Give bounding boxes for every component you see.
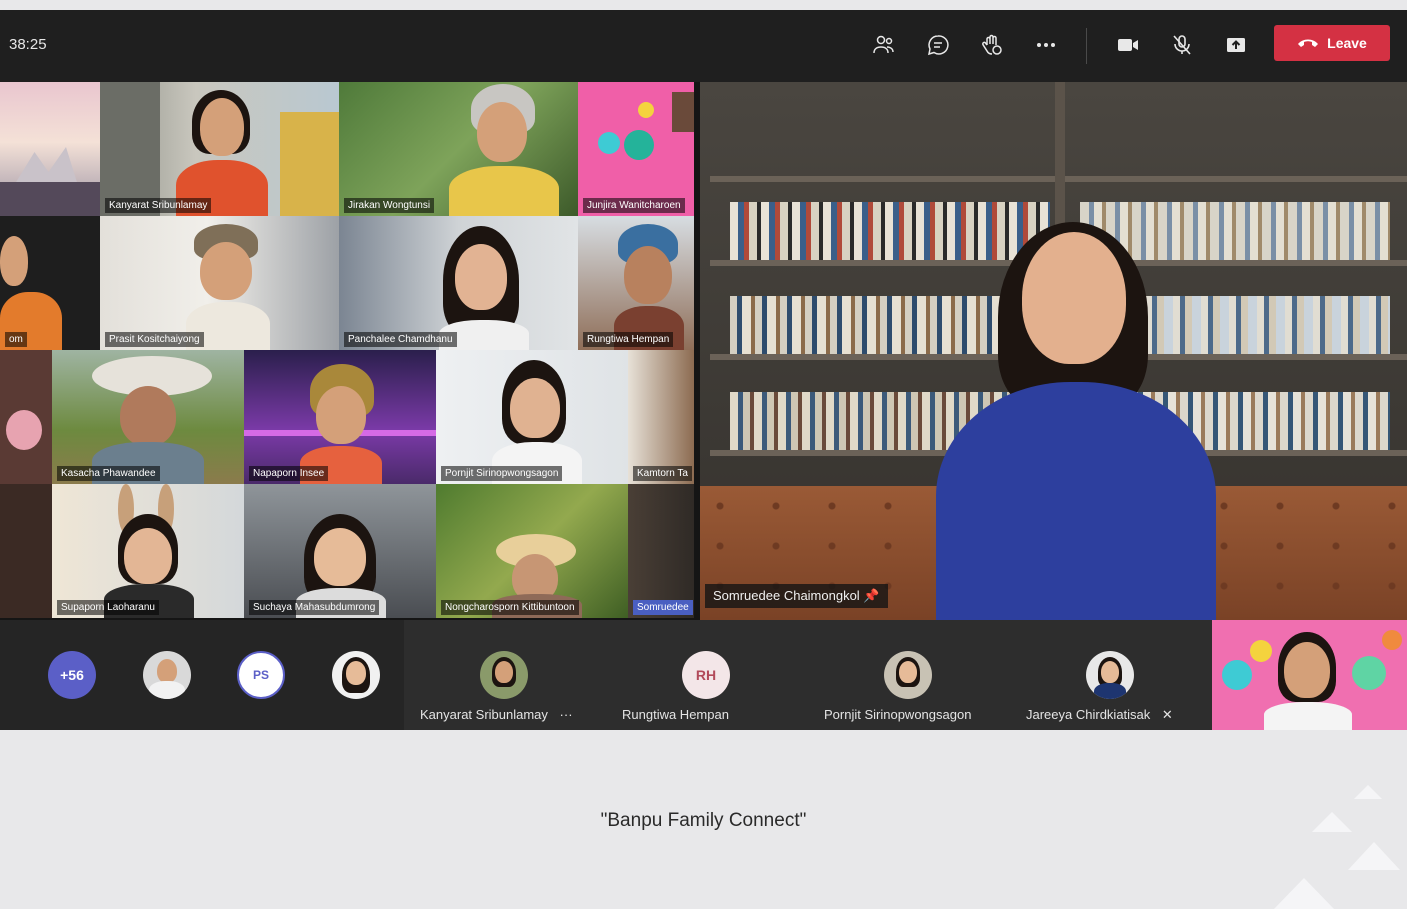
participant-name: Suchaya Mahasubdumrong — [249, 600, 380, 615]
video-tile[interactable]: Junjira Wanitcharoen — [578, 82, 694, 216]
avatar — [480, 651, 528, 699]
image-caption: "Banpu Family Connect" — [600, 810, 807, 831]
video-tile[interactable]: Pornjit Sirinopwongsagon — [436, 350, 628, 484]
video-tile[interactable] — [0, 350, 52, 484]
participant-name: Kamtorn Ta — [633, 466, 692, 481]
share-icon[interactable] — [1219, 30, 1253, 60]
participant-tile[interactable]: Pornjit Sirinopwongsagon — [808, 620, 1010, 730]
avatar-initials: PS — [252, 668, 269, 682]
hang-up-icon — [1298, 39, 1319, 47]
participant-name: Supaporn Laoharanu — [57, 600, 159, 615]
avatar[interactable] — [143, 651, 191, 699]
avatar-initials: RH — [695, 667, 717, 683]
decorative-triangle — [1354, 785, 1382, 799]
participant-tile[interactable]: Kanyarat Sribunlamay ··· — [404, 620, 606, 730]
video-tile[interactable]: Somruedee — [628, 484, 694, 618]
meeting-toolbar: 38:25 Leave — [0, 10, 1407, 82]
participant-name: Panchalee Chamdhanu — [344, 332, 457, 347]
video-tile[interactable]: om — [0, 216, 100, 350]
video-tile[interactable] — [0, 484, 52, 618]
video-tile[interactable]: Prasit Kositchaiyong — [100, 216, 339, 350]
overflow-count: +56 — [60, 667, 84, 683]
video-tile[interactable]: Napaporn Insee — [244, 350, 436, 484]
video-tile[interactable]: Kamtorn Ta — [628, 350, 694, 484]
people-icon[interactable] — [867, 30, 901, 60]
raise-hand-icon[interactable] — [975, 30, 1009, 60]
overflow-participants-button[interactable]: +56 — [48, 651, 96, 699]
mic-muted-icon: ✕ — [1161, 707, 1173, 722]
participant-name: Kanyarat Sribunlamay — [105, 198, 212, 213]
participant-name: om — [5, 332, 27, 347]
meeting-timer: 38:25 — [9, 36, 47, 53]
participant-tile[interactable]: Jareeya Chirdkiatisak ✕ — [1010, 620, 1212, 730]
video-tile[interactable]: Nongcharosporn Kittibuntoon — [436, 484, 628, 618]
video-tile[interactable] — [0, 82, 100, 216]
video-tile[interactable]: Kanyarat Sribunlamay — [100, 82, 339, 216]
participants-bar: +56 PS Kanyarat Sribunlamay ··· RH Rungt… — [0, 620, 1407, 730]
mic-muted-icon[interactable] — [1165, 30, 1199, 60]
participant-name: Somruedee — [633, 600, 693, 615]
main-speaker-name-tag: Somruedee Chaimongkol 📌 — [705, 584, 888, 608]
participant-name: Pornjit Sirinopwongsagon — [824, 707, 972, 722]
participant-name: Rungtiwa Hempan — [622, 707, 729, 722]
more-icon[interactable] — [1029, 30, 1063, 60]
main-speaker-video[interactable] — [700, 82, 1407, 620]
self-video-preview[interactable] — [1212, 620, 1407, 730]
avatar — [1086, 651, 1134, 699]
pin-icon: 📌 — [863, 588, 880, 603]
video-stage: Kanyarat Sribunlamay Jirakan Wongtunsi J… — [0, 82, 1407, 620]
leave-button[interactable]: Leave — [1274, 25, 1390, 61]
video-tile[interactable]: Kasacha Phawandee — [52, 350, 244, 484]
participant-name: Jareeya Chirdkiatisak ✕ — [1026, 707, 1173, 722]
leave-label: Leave — [1327, 35, 1367, 51]
video-tile[interactable]: Jirakan Wongtunsi — [339, 82, 578, 216]
avatar[interactable] — [332, 651, 380, 699]
participant-name: Junjira Wanitcharoen — [583, 198, 685, 213]
main-speaker-name: Somruedee Chaimongkol — [713, 588, 860, 603]
decorative-triangle — [1274, 878, 1334, 909]
participant-name: Pornjit Sirinopwongsagon — [441, 466, 563, 481]
participant-name: Nongcharosporn Kittibuntoon — [441, 600, 579, 615]
participant-name: Kasacha Phawandee — [57, 466, 160, 481]
avatar[interactable]: PS — [237, 651, 285, 699]
video-tile[interactable]: Rungtiwa Hempan — [578, 216, 694, 350]
video-tile[interactable]: Supaporn Laoharanu — [52, 484, 244, 618]
participant-tile[interactable]: RH Rungtiwa Hempan — [606, 620, 808, 730]
avatar: RH — [682, 651, 730, 699]
teams-meeting-window: 38:25 Leave Kanyarat Sribunlamay Jirakan… — [0, 0, 1407, 909]
chat-icon[interactable] — [921, 30, 955, 60]
participant-name: Rungtiwa Hempan — [583, 332, 674, 347]
decorative-triangle — [1348, 842, 1400, 870]
camera-icon[interactable] — [1111, 30, 1145, 60]
avatar — [884, 651, 932, 699]
participant-name: Jirakan Wongtunsi — [344, 198, 435, 213]
toolbar-divider — [1086, 28, 1087, 64]
video-tile[interactable]: Suchaya Mahasubdumrong — [244, 484, 436, 618]
participant-name: Napaporn Insee — [249, 466, 329, 481]
video-tile[interactable]: Panchalee Chamdhanu — [339, 216, 578, 350]
participant-name: Kanyarat Sribunlamay ··· — [420, 707, 573, 722]
participant-name: Prasit Kositchaiyong — [105, 332, 204, 347]
more-options-icon[interactable]: ··· — [560, 707, 573, 722]
